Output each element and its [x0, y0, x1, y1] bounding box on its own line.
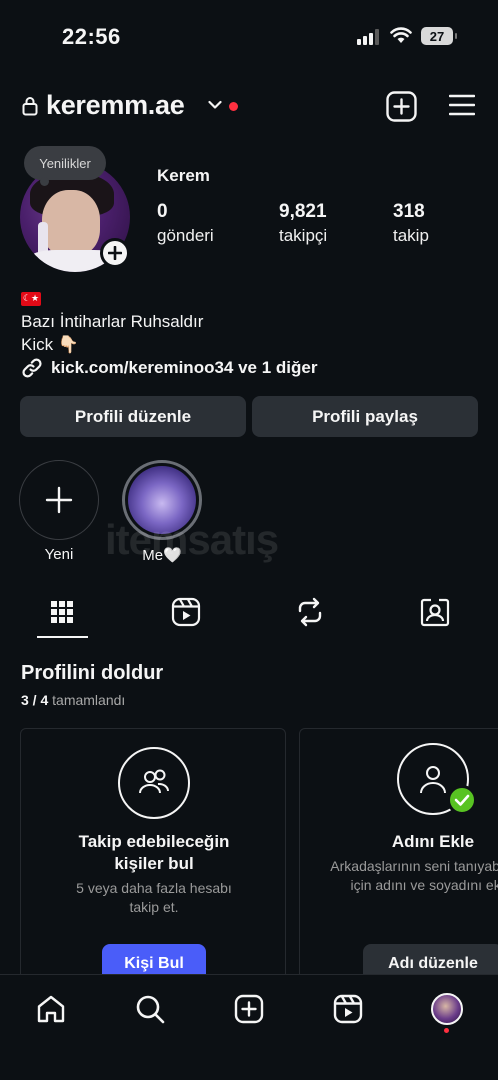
profile-avatar-small: [431, 993, 463, 1025]
stat-posts[interactable]: 0 gönderi: [157, 201, 214, 246]
cellular-signal-icon: [357, 28, 379, 45]
search-icon: [136, 995, 165, 1024]
highlight-new-circle[interactable]: [19, 460, 99, 540]
stat-following[interactable]: 318 takip: [393, 201, 429, 246]
reels-nav-icon: [333, 994, 363, 1024]
tab-tagged[interactable]: [410, 594, 460, 630]
profile-header: keremm.ae: [0, 88, 498, 128]
turkey-flag-icon: ☾★: [21, 291, 41, 306]
create-icon: [234, 994, 264, 1024]
nav-search[interactable]: [132, 991, 168, 1027]
tab-reels[interactable]: [161, 594, 211, 630]
status-bar: 22:56 27: [0, 0, 498, 70]
find-people-desc: 5 veya daha fazla hesabı takip et.: [76, 880, 232, 915]
nav-reels[interactable]: [330, 991, 366, 1027]
menu-icon[interactable]: [449, 94, 475, 116]
progress-count: 3 / 4: [21, 692, 49, 708]
notification-dot: [229, 102, 238, 111]
highlight-new[interactable]: Yeni: [18, 460, 100, 563]
add-name-desc: Arkadaşlarının seni tanıyabilmesi için a…: [330, 858, 498, 893]
nav-profile[interactable]: [429, 991, 465, 1027]
status-time: 22:56: [62, 24, 121, 49]
bio-link-text[interactable]: kick.com/kereminoo34 ve 1 diğer: [51, 358, 317, 378]
stat-following-label: takip: [393, 226, 429, 245]
plus-square-icon[interactable]: [386, 91, 417, 122]
nav-create[interactable]: [231, 991, 267, 1027]
bottom-navigation: [0, 974, 498, 1080]
nav-home[interactable]: [33, 991, 69, 1027]
tab-posts-grid[interactable]: [37, 594, 87, 630]
plus-icon: [45, 486, 73, 514]
link-icon: [22, 358, 42, 378]
progress-label: tamamlandı: [52, 692, 126, 708]
active-tab-indicator: [37, 636, 88, 638]
stat-followers-label: takipçi: [279, 226, 328, 245]
reels-icon: [171, 597, 201, 627]
complete-profile-title: Profilini doldur: [21, 662, 164, 684]
profile-notification-dot: [444, 1028, 449, 1033]
home-icon: [37, 995, 65, 1023]
stat-followers[interactable]: 9,821 takipçi: [279, 201, 327, 246]
display-name: Kerem: [157, 166, 210, 185]
complete-profile-progress: 3 / 4 tamamlandı: [21, 692, 125, 708]
bio-link[interactable]: kick.com/kereminoo34 ve 1 diğer: [21, 357, 317, 379]
find-people-title: Takip edebileceğin kişiler bul: [78, 832, 230, 873]
find-people-card[interactable]: Takip edebileceğin kişiler bul 5 veya da…: [20, 728, 286, 988]
share-profile-button[interactable]: Profili paylaş: [252, 396, 478, 437]
tab-reposts[interactable]: [285, 594, 335, 630]
battery-icon: 27: [421, 27, 457, 45]
add-name-card[interactable]: Adını Ekle Arkadaşlarının seni tanıyabil…: [299, 728, 498, 988]
bio-line-1: Bazı İntiharlar Ruhsaldır: [21, 311, 204, 331]
repost-icon: [298, 597, 322, 627]
stat-posts-label: gönderi: [157, 226, 214, 245]
highlight-new-label: Yeni: [44, 546, 74, 563]
watermark: itemsatış: [105, 516, 279, 563]
grid-icon: [51, 601, 73, 623]
plus-icon: [108, 246, 122, 260]
add-story-button[interactable]: [100, 238, 130, 268]
battery-level: 27: [429, 28, 445, 44]
tagged-icon: [420, 598, 450, 627]
add-name-title: Adını Ekle: [391, 832, 475, 851]
check-icon: [447, 785, 477, 815]
lock-icon: [22, 97, 38, 116]
stat-followers-value: 9,821: [279, 201, 327, 222]
people-icon: [118, 747, 190, 819]
note-bubble[interactable]: Yenilikler: [24, 146, 106, 186]
bio-line-2: Kick 👇🏻: [21, 334, 80, 354]
stat-posts-value: 0: [157, 201, 168, 222]
edit-profile-button[interactable]: Profili düzenle: [20, 396, 246, 437]
stat-following-value: 318: [393, 201, 425, 222]
username[interactable]: keremm.ae: [46, 90, 185, 121]
chevron-down-icon[interactable]: [208, 100, 222, 110]
bio: ☾★ Bazı İntiharlar Ruhsaldır Kick 👇🏻: [21, 284, 203, 356]
wifi-icon: [390, 27, 412, 43]
